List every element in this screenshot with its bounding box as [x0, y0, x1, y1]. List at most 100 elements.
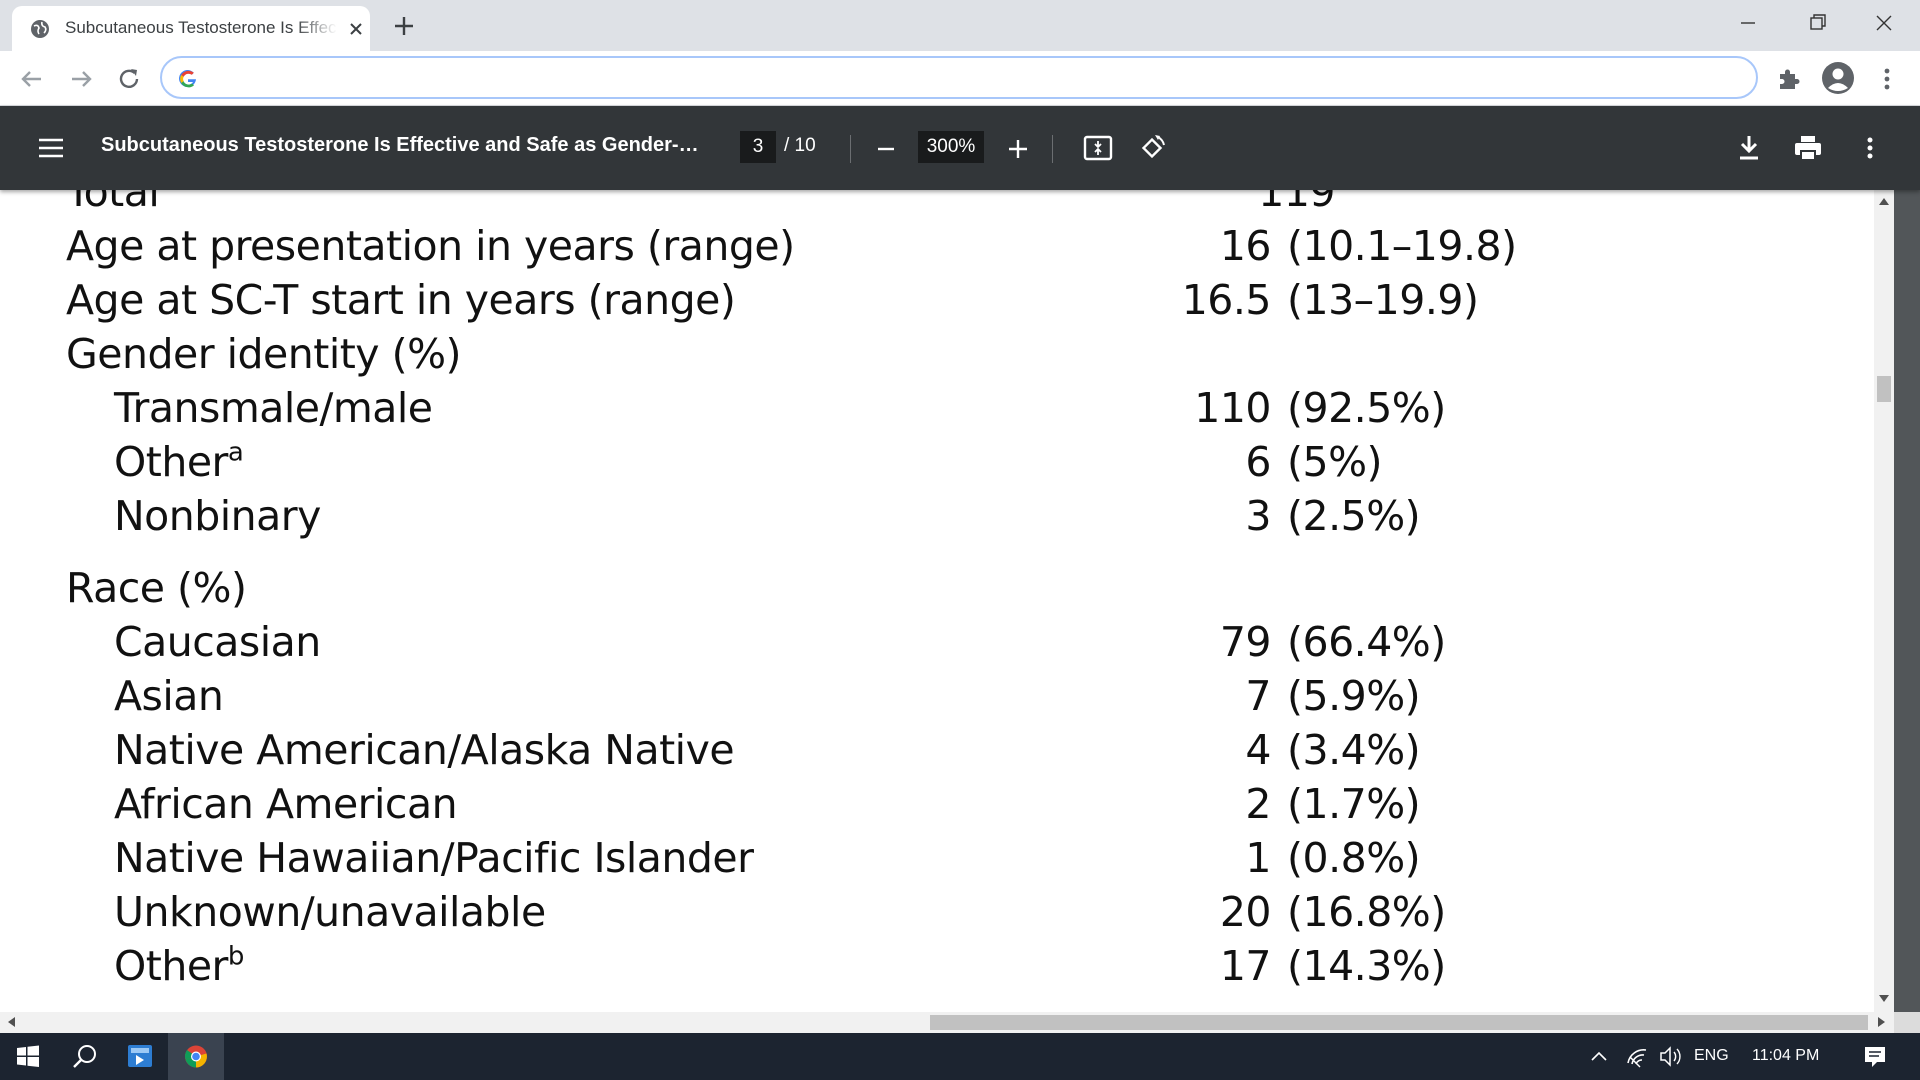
- row-label: Native Hawaiian/Pacific Islander: [114, 834, 754, 882]
- media-app-icon[interactable]: [112, 1033, 168, 1080]
- table-row: Othera 6 (5%): [0, 438, 1874, 492]
- taskbar: ENG 11:04 PM: [0, 1033, 1920, 1080]
- row-label-text: Age at presentation in years (range): [66, 222, 795, 270]
- scrollbar-thumb[interactable]: [930, 1015, 1868, 1030]
- row-value: 17 (14.3%): [1101, 942, 1501, 990]
- scroll-down-arrow-icon[interactable]: [1879, 995, 1889, 1002]
- chevron-up-icon[interactable]: [1584, 1033, 1614, 1080]
- scroll-left-arrow-icon[interactable]: [8, 1017, 15, 1027]
- arrow-right-icon[interactable]: [64, 62, 98, 96]
- window-restore-button[interactable]: [1797, 8, 1837, 38]
- close-icon[interactable]: [346, 19, 366, 39]
- row-value: 7 (5.9%): [1101, 672, 1501, 720]
- plus-icon[interactable]: [1004, 134, 1032, 162]
- pdf-viewer[interactable]: Total 119 Age at presentation in years (ra…: [0, 190, 1920, 1033]
- row-label: Nonbinary: [114, 492, 321, 540]
- table-row: Age at SC-T start in years (range) 16.5 (1…: [0, 276, 1874, 330]
- arrow-left-icon[interactable]: [15, 62, 49, 96]
- fit-page-icon[interactable]: [1082, 133, 1114, 163]
- windows-start-icon[interactable]: [0, 1033, 56, 1080]
- row-count: 16.5: [1181, 276, 1272, 324]
- row-count: 20: [1219, 888, 1272, 936]
- row-count: 79: [1219, 618, 1272, 666]
- browser-toolbar: [0, 51, 1920, 106]
- row-label: Asian: [114, 672, 224, 720]
- chrome-icon[interactable]: [168, 1033, 224, 1080]
- puzzle-icon[interactable]: [1774, 64, 1804, 94]
- row-value: 2 (1.7%): [1101, 780, 1501, 828]
- volume-icon[interactable]: [1656, 1033, 1686, 1080]
- row-percent: (0.8%): [1287, 834, 1421, 882]
- pdf-page: Total 119 Age at presentation in years (ra…: [0, 190, 1874, 1012]
- clock[interactable]: 11:04 PM: [1752, 1047, 1819, 1067]
- kebab-menu-icon[interactable]: [1858, 133, 1882, 163]
- table-row: Race (%): [0, 564, 1874, 618]
- row-label-text: Total: [66, 190, 160, 216]
- zoom-level-input[interactable]: 300%: [918, 131, 984, 163]
- row-label: African American: [114, 780, 458, 828]
- row-label: Othera: [114, 437, 244, 486]
- divider: [1052, 135, 1053, 163]
- pdf-toolbar: Subcutaneous Testosterone Is Effective a…: [0, 106, 1920, 190]
- address-input[interactable]: [214, 66, 1714, 90]
- kebab-menu-icon[interactable]: [1875, 63, 1899, 95]
- row-count: 119: [1258, 190, 1335, 216]
- row-label: Total: [66, 190, 160, 216]
- hamburger-icon[interactable]: [36, 133, 66, 163]
- scrollbar-corner: [1894, 1012, 1920, 1033]
- scroll-right-arrow-icon[interactable]: [1878, 1017, 1885, 1027]
- row-label-text: Nonbinary: [114, 492, 321, 540]
- page-total: / 10: [784, 135, 816, 156]
- language-indicator[interactable]: ENG: [1694, 1047, 1729, 1067]
- table-row: Transmale/male 110 (92.5%): [0, 384, 1874, 438]
- scrollbar-thumb[interactable]: [1877, 376, 1891, 402]
- page-number-input[interactable]: 3: [740, 131, 776, 163]
- window-minimize-button[interactable]: [1728, 8, 1768, 38]
- table-row: Gender identity (%): [0, 330, 1874, 384]
- horizontal-scrollbar[interactable]: [0, 1012, 1894, 1033]
- window-close-button[interactable]: [1864, 8, 1904, 38]
- scroll-up-arrow-icon[interactable]: [1879, 198, 1889, 205]
- row-value: 110 (92.5%): [1101, 384, 1501, 432]
- row-value: 79 (66.4%): [1101, 618, 1501, 666]
- wifi-icon[interactable]: [1622, 1033, 1652, 1080]
- table-row: Otherb 17 (14.3%): [0, 942, 1874, 996]
- row-label-text: Other: [114, 438, 228, 486]
- row-label-text: Gender identity (%): [66, 330, 462, 378]
- row-value: 3 (2.5%): [1101, 492, 1501, 540]
- row-percent: (66.4%): [1287, 618, 1446, 666]
- row-count: 17: [1219, 942, 1272, 990]
- address-bar[interactable]: [160, 56, 1758, 99]
- search-icon[interactable]: [56, 1033, 112, 1080]
- table-row: Caucasian 79 (66.4%): [0, 618, 1874, 672]
- row-label-text: Native Hawaiian/Pacific Islander: [114, 834, 754, 882]
- table-row: Age at presentation in years (range) 16 (1…: [0, 222, 1874, 276]
- account-circle-icon[interactable]: [1820, 60, 1856, 96]
- table-row: African American 2 (1.7%): [0, 780, 1874, 834]
- row-percent: (5%): [1287, 438, 1383, 486]
- row-percent: (1.7%): [1287, 780, 1421, 828]
- table-row: Asian 7 (5.9%): [0, 672, 1874, 726]
- row-value: 119: [1101, 190, 1501, 216]
- rotate-icon[interactable]: [1136, 132, 1168, 164]
- reload-icon[interactable]: [112, 62, 146, 96]
- row-label: Age at SC-T start in years (range): [66, 276, 736, 324]
- notification-icon[interactable]: [1855, 1033, 1895, 1080]
- browser-tab[interactable]: Subcutaneous Testosterone Is Effective a…: [12, 6, 370, 51]
- row-percent: (5.9%): [1287, 672, 1421, 720]
- row-count: 110: [1194, 384, 1271, 432]
- row-value: 4 (3.4%): [1101, 726, 1501, 774]
- row-label-text: Native American/Alaska Native: [114, 726, 735, 774]
- footnote-marker: a: [227, 437, 244, 468]
- vertical-scrollbar[interactable]: [1874, 190, 1894, 1012]
- globe-icon: [31, 20, 49, 38]
- google-g-icon: [179, 70, 196, 88]
- row-label: Transmale/male: [114, 384, 433, 432]
- row-label-text: Unknown/unavailable: [114, 888, 546, 936]
- row-label: Unknown/unavailable: [114, 888, 546, 936]
- viewer-gutter: [1894, 190, 1920, 1012]
- new-tab-button[interactable]: [390, 12, 418, 40]
- printer-icon[interactable]: [1792, 133, 1824, 163]
- download-icon[interactable]: [1735, 133, 1763, 163]
- minus-icon[interactable]: [872, 134, 900, 162]
